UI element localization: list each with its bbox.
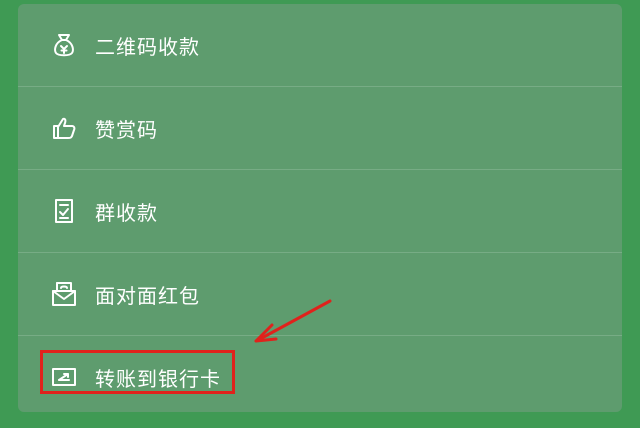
menu-item-qr-code-collect[interactable]: 二维码收款 <box>18 4 622 86</box>
menu-item-label: 群收款 <box>95 200 158 225</box>
menu-item-label: 赞赏码 <box>95 117 158 142</box>
menu-item-appreciation-code[interactable]: 赞赏码 <box>18 87 622 169</box>
menu-item-label: 二维码收款 <box>95 34 200 59</box>
checklist-icon <box>50 197 78 225</box>
thumbs-up-icon <box>50 114 78 142</box>
annotation-highlight-box <box>40 350 235 394</box>
annotation-arrow-icon <box>254 299 332 343</box>
red-envelope-icon <box>50 280 78 308</box>
menu-item-group-collect[interactable]: 群收款 <box>18 170 622 252</box>
money-bag-icon <box>50 31 78 59</box>
menu-item-label: 面对面红包 <box>95 283 200 308</box>
